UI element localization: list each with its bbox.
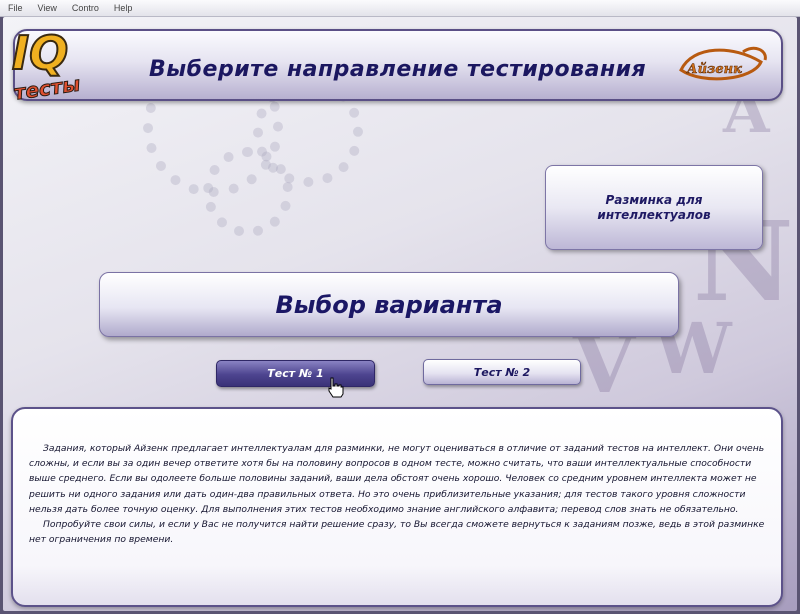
app-window: N W A V Выберите направление тестировани… (3, 17, 797, 611)
test-2-tab[interactable]: Тест № 2 (423, 359, 581, 385)
menu-help[interactable]: Help (106, 3, 140, 13)
test-1-tab-label: Тест № 1 (267, 367, 324, 380)
eysenck-logo-icon: Айзенк (679, 46, 767, 81)
test-2-tab-label: Тест № 2 (473, 365, 531, 379)
description-text: Задания, который Айзенк предлагает интел… (29, 441, 765, 547)
menu-control[interactable]: Contro (64, 3, 106, 13)
warmup-button[interactable]: Разминка для интеллектуалов (545, 165, 763, 250)
logo-iq-text: IQ (12, 26, 68, 80)
test-1-tab[interactable]: Тест № 1 (216, 360, 375, 387)
menu-bar: File View Contro Help (0, 0, 800, 17)
menu-file[interactable]: File (0, 3, 30, 13)
description-panel: Задания, который Айзенк предлагает интел… (11, 407, 783, 607)
menu-view[interactable]: View (30, 3, 64, 13)
header-banner: Выберите направление тестирования (13, 29, 783, 101)
logo-eysenck-text: Айзенк (686, 62, 742, 77)
iq-tests-logo-icon: IQ тесты (11, 25, 82, 103)
page-title: Выберите направление тестирования (149, 57, 647, 82)
variant-selection-header: Выбор варианта (99, 272, 679, 337)
variant-title: Выбор варианта (275, 290, 503, 319)
hand-cursor-icon (328, 377, 344, 398)
gear-decoration-icon (203, 147, 293, 237)
description-paragraph: Задания, который Айзенк предлагает интел… (29, 443, 765, 515)
warmup-button-label: Разминка для интеллектуалов (597, 192, 711, 222)
description-paragraph: Попробуйте свои силы, и если у Вас не по… (29, 519, 765, 546)
